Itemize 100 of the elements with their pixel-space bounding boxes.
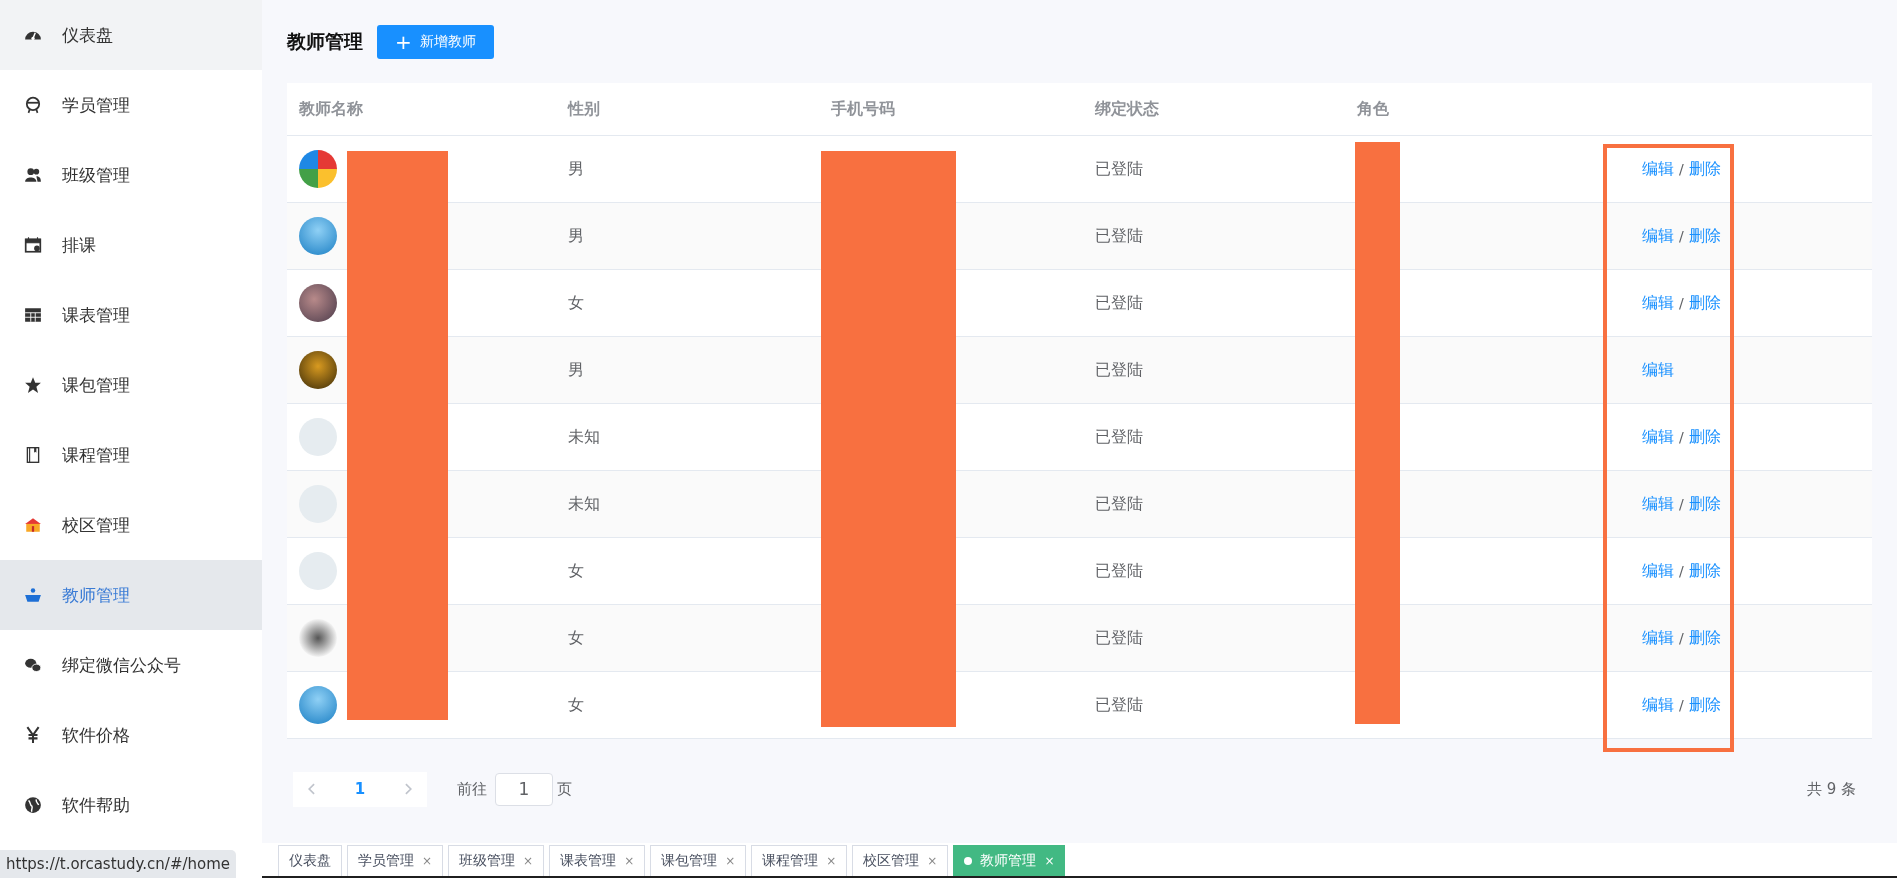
close-icon[interactable]: × (927, 854, 938, 868)
total-count: 共 9 条 (1806, 779, 1857, 799)
delete-link[interactable]: 删除 (1688, 694, 1721, 716)
separator: / (1679, 161, 1684, 177)
gender-cell: 女 (568, 292, 584, 312)
delete-link[interactable]: 删除 (1688, 292, 1721, 314)
avatar (299, 418, 337, 456)
book-icon (24, 446, 42, 464)
table-icon (24, 306, 42, 324)
sidebar-item[interactable]: 班级管理 (0, 140, 262, 210)
sidebar-item[interactable]: 仪表盘 (0, 0, 262, 70)
status-cell: 已登陆 (1095, 158, 1143, 178)
edit-link[interactable]: 编辑 (1642, 292, 1674, 314)
goto-label: 前往 (457, 779, 487, 799)
gender-cell: 未知 (568, 493, 600, 513)
close-icon[interactable]: × (523, 854, 534, 868)
teacher-icon (24, 586, 42, 604)
page-title: 教师管理 (287, 28, 363, 54)
tab[interactable]: 教师管理 × (953, 845, 1066, 876)
close-icon[interactable]: × (725, 854, 736, 868)
gender-cell: 未知 (568, 426, 600, 446)
column-header: 手机号码 (830, 98, 896, 120)
avatar (299, 217, 337, 255)
sidebar-item[interactable]: 学员管理 (0, 70, 262, 140)
sidebar-item[interactable]: 教师管理 (0, 560, 262, 630)
status-cell: 已登陆 (1095, 560, 1143, 580)
separator: / (1679, 563, 1684, 579)
student-icon (24, 96, 42, 114)
separator: / (1679, 228, 1684, 244)
separator: / (1679, 295, 1684, 311)
separator: / (1679, 630, 1684, 646)
sidebar-item[interactable]: 软件价格 (0, 700, 262, 770)
wechat-icon (24, 656, 42, 674)
status-cell: 已登陆 (1095, 359, 1143, 379)
sidebar-item[interactable]: 课表管理 (0, 280, 262, 350)
tab[interactable]: 学员管理 × (347, 845, 444, 876)
separator: / (1679, 496, 1684, 512)
yen-icon (24, 726, 42, 744)
gender-cell: 男 (568, 158, 584, 178)
active-dot-icon (964, 857, 973, 865)
edit-link[interactable]: 编辑 (1642, 694, 1674, 716)
close-icon[interactable]: × (826, 854, 837, 868)
sidebar-item[interactable]: 课程管理 (0, 420, 262, 490)
gender-cell: 男 (568, 225, 584, 245)
calendar-icon (24, 236, 42, 254)
status-cell: 已登陆 (1095, 225, 1143, 245)
page-unit: 页 (557, 779, 572, 799)
gender-cell: 男 (568, 359, 584, 379)
page-input[interactable]: 1 (495, 772, 553, 806)
edit-link[interactable]: 编辑 (1642, 560, 1674, 582)
avatar (299, 284, 337, 322)
gender-cell: 女 (568, 627, 584, 647)
avatar (299, 619, 337, 657)
star-icon (24, 376, 42, 394)
column-header: 性别 (566, 98, 601, 120)
separator: / (1679, 697, 1684, 713)
avatar (299, 552, 337, 590)
column-header: 教师名称 (298, 98, 364, 120)
edit-link[interactable]: 编辑 (1642, 225, 1674, 247)
avatar (299, 150, 337, 188)
status-cell: 已登陆 (1095, 694, 1143, 714)
status-cell: 已登陆 (1095, 292, 1143, 312)
sidebar-item[interactable]: 校区管理 (0, 490, 262, 560)
tab[interactable]: 仪表盘 (278, 845, 342, 876)
add-teacher-button[interactable]: + 新增教师 (377, 24, 494, 59)
school-icon (24, 516, 42, 534)
tab[interactable]: 班级管理 × (448, 845, 545, 876)
close-icon[interactable]: × (1044, 854, 1055, 868)
sidebar-item[interactable]: 软件帮助 (0, 770, 262, 840)
delete-link[interactable]: 删除 (1688, 560, 1721, 582)
page-number[interactable]: 1 (354, 780, 366, 798)
delete-link[interactable]: 删除 (1688, 225, 1721, 247)
close-icon[interactable]: × (624, 854, 635, 868)
tab[interactable]: 校区管理 × (852, 845, 949, 876)
sidebar-item[interactable]: 排课 (0, 210, 262, 280)
edit-link[interactable]: 编辑 (1642, 359, 1674, 381)
gender-cell: 女 (568, 694, 584, 714)
users-icon (24, 166, 42, 184)
tab[interactable]: 课包管理 × (650, 845, 747, 876)
edit-link[interactable]: 编辑 (1642, 493, 1674, 515)
delete-link[interactable]: 删除 (1688, 627, 1721, 649)
tab[interactable]: 课程管理 × (751, 845, 848, 876)
edit-link[interactable]: 编辑 (1642, 627, 1674, 649)
sidebar-item[interactable]: 课包管理 (0, 350, 262, 420)
delete-link[interactable]: 删除 (1688, 158, 1721, 180)
edit-link[interactable]: 编辑 (1642, 426, 1674, 448)
globe-icon (24, 796, 42, 814)
close-icon[interactable]: × (422, 854, 433, 868)
status-cell: 已登陆 (1095, 627, 1143, 647)
delete-link[interactable]: 删除 (1688, 426, 1721, 448)
tab[interactable]: 课表管理 × (549, 845, 646, 876)
status-url: https://t.orcastudy.cn/#/home (0, 850, 237, 878)
column-header: 角色 (1356, 98, 1390, 120)
column-header: 绑定状态 (1093, 98, 1160, 120)
status-cell: 已登陆 (1095, 493, 1143, 513)
avatar (299, 351, 337, 389)
sidebar-item[interactable]: 绑定微信公众号 (0, 630, 262, 700)
edit-link[interactable]: 编辑 (1642, 158, 1674, 180)
delete-link[interactable]: 删除 (1688, 493, 1721, 515)
status-cell: 已登陆 (1095, 426, 1143, 446)
